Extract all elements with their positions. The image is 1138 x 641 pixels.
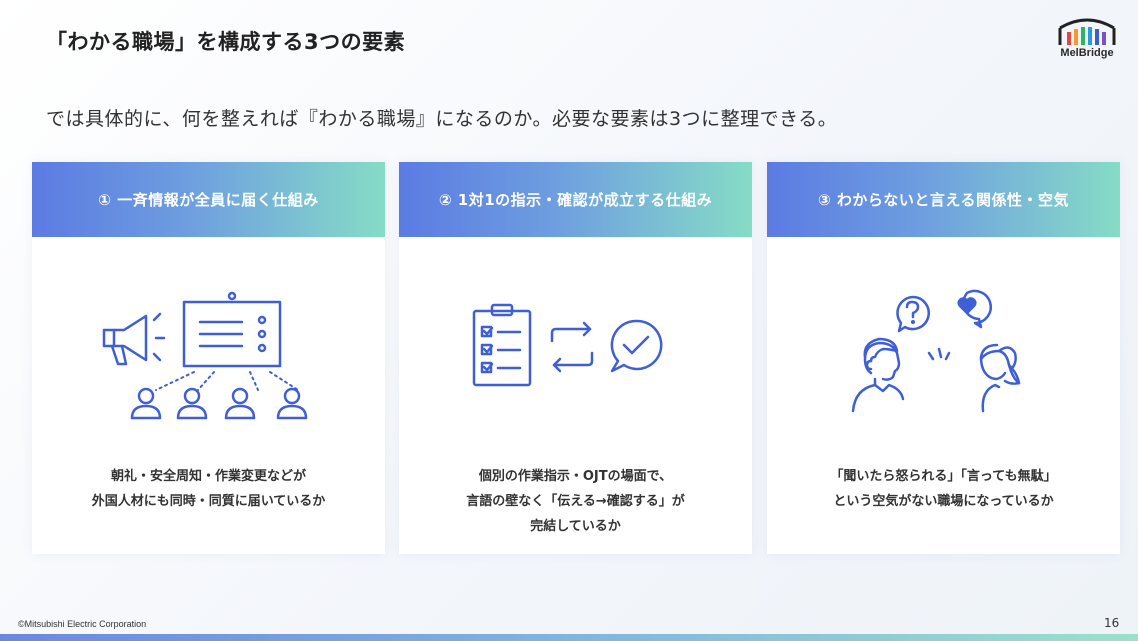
card-heading: ③ わからないと言える関係性・空気 [767, 162, 1120, 237]
page-title: 「わかる職場」を構成する3つの要素 [46, 30, 406, 54]
subtitle: では具体的に、何を整えれば『わかる職場』になるのか。必要な要素は3つに整理できる… [46, 108, 838, 130]
card-relationship: ③ わからないと言える関係性・空気 「聞いたら怒られる」「言っても無駄」 という… [767, 162, 1120, 554]
card-description: 朝礼・安全周知・作業変更などが 外国人材にも同時・同質に届いているか [91, 469, 326, 509]
bottom-accent-bar [0, 634, 1138, 641]
card-description: 「聞いたら怒られる」「言っても無駄」 という空気がない職場になっているか [830, 469, 1057, 509]
slide: 「わかる職場」を構成する3つの要素 MelBridge では具体的に、何を整えれ… [0, 0, 1138, 641]
page-number: 16 [1104, 616, 1120, 630]
copyright-text: ©Mitsubishi Electric Corporation [18, 619, 147, 629]
broadcast-to-team-icon [102, 291, 307, 420]
melbridge-logo-icon [1058, 18, 1116, 45]
card-broadcast: ① 一斉情報が全員に届く仕組み 朝礼・安全周知・作業変更などが 外国人材にも同時… [32, 162, 385, 554]
card-heading: ① 一斉情報が全員に届く仕組み [32, 162, 385, 237]
checklist-exchange-icon [472, 303, 662, 387]
question-and-heart-conversation-icon [851, 289, 1020, 413]
logo-text: MelBridge [1060, 47, 1114, 59]
card-one-on-one: ② 1対1の指示・確認が成立する仕組み 個別の作業指示・OJTの場面で、 言語の… [399, 162, 752, 554]
card-description: 個別の作業指示・OJTの場面で、 言語の壁なく「伝える→確認する」が 完結してい… [466, 469, 685, 534]
card-heading: ② 1対1の指示・確認が成立する仕組み [399, 162, 752, 237]
melbridge-logo: MelBridge [1050, 14, 1124, 64]
